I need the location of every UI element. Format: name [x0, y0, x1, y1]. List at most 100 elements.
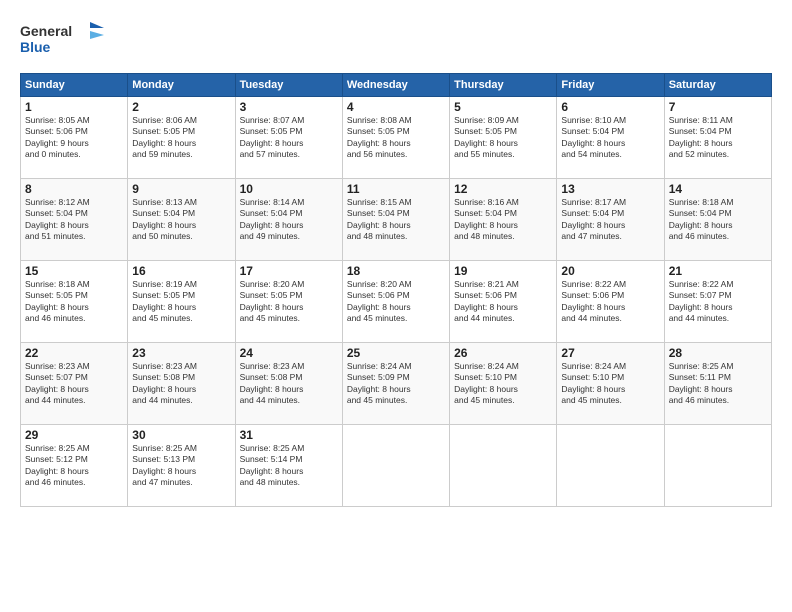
day-info: Sunrise: 8:23 AM Sunset: 5:08 PM Dayligh… [132, 361, 230, 407]
day-number: 15 [25, 264, 123, 278]
day-number: 27 [561, 346, 659, 360]
week-row-5: 29Sunrise: 8:25 AM Sunset: 5:12 PM Dayli… [21, 425, 772, 507]
calendar-cell: 17Sunrise: 8:20 AM Sunset: 5:05 PM Dayli… [235, 261, 342, 343]
day-number: 24 [240, 346, 338, 360]
calendar-cell: 15Sunrise: 8:18 AM Sunset: 5:05 PM Dayli… [21, 261, 128, 343]
weekday-header-saturday: Saturday [664, 74, 771, 97]
calendar-cell: 23Sunrise: 8:23 AM Sunset: 5:08 PM Dayli… [128, 343, 235, 425]
day-info: Sunrise: 8:20 AM Sunset: 5:05 PM Dayligh… [240, 279, 338, 325]
calendar-cell: 20Sunrise: 8:22 AM Sunset: 5:06 PM Dayli… [557, 261, 664, 343]
calendar-cell: 6Sunrise: 8:10 AM Sunset: 5:04 PM Daylig… [557, 97, 664, 179]
day-info: Sunrise: 8:18 AM Sunset: 5:05 PM Dayligh… [25, 279, 123, 325]
day-number: 8 [25, 182, 123, 196]
day-info: Sunrise: 8:13 AM Sunset: 5:04 PM Dayligh… [132, 197, 230, 243]
day-number: 26 [454, 346, 552, 360]
calendar-cell [557, 425, 664, 507]
calendar-cell: 27Sunrise: 8:24 AM Sunset: 5:10 PM Dayli… [557, 343, 664, 425]
day-number: 25 [347, 346, 445, 360]
calendar-cell: 13Sunrise: 8:17 AM Sunset: 5:04 PM Dayli… [557, 179, 664, 261]
weekday-header-wednesday: Wednesday [342, 74, 449, 97]
day-number: 20 [561, 264, 659, 278]
calendar-cell: 24Sunrise: 8:23 AM Sunset: 5:08 PM Dayli… [235, 343, 342, 425]
day-number: 1 [25, 100, 123, 114]
calendar-table: SundayMondayTuesdayWednesdayThursdayFrid… [20, 73, 772, 507]
day-number: 23 [132, 346, 230, 360]
calendar-cell: 1Sunrise: 8:05 AM Sunset: 5:06 PM Daylig… [21, 97, 128, 179]
day-number: 16 [132, 264, 230, 278]
day-number: 21 [669, 264, 767, 278]
day-info: Sunrise: 8:25 AM Sunset: 5:14 PM Dayligh… [240, 443, 338, 489]
day-number: 5 [454, 100, 552, 114]
calendar-cell: 31Sunrise: 8:25 AM Sunset: 5:14 PM Dayli… [235, 425, 342, 507]
day-info: Sunrise: 8:19 AM Sunset: 5:05 PM Dayligh… [132, 279, 230, 325]
calendar-cell: 25Sunrise: 8:24 AM Sunset: 5:09 PM Dayli… [342, 343, 449, 425]
day-number: 9 [132, 182, 230, 196]
day-number: 7 [669, 100, 767, 114]
day-number: 6 [561, 100, 659, 114]
day-info: Sunrise: 8:24 AM Sunset: 5:09 PM Dayligh… [347, 361, 445, 407]
day-number: 4 [347, 100, 445, 114]
week-row-2: 8Sunrise: 8:12 AM Sunset: 5:04 PM Daylig… [21, 179, 772, 261]
calendar-cell [664, 425, 771, 507]
day-number: 11 [347, 182, 445, 196]
day-number: 2 [132, 100, 230, 114]
calendar-cell: 9Sunrise: 8:13 AM Sunset: 5:04 PM Daylig… [128, 179, 235, 261]
logo: General Blue [20, 18, 110, 63]
calendar-cell: 14Sunrise: 8:18 AM Sunset: 5:04 PM Dayli… [664, 179, 771, 261]
calendar-cell [450, 425, 557, 507]
day-info: Sunrise: 8:17 AM Sunset: 5:04 PM Dayligh… [561, 197, 659, 243]
day-info: Sunrise: 8:16 AM Sunset: 5:04 PM Dayligh… [454, 197, 552, 243]
weekday-header-thursday: Thursday [450, 74, 557, 97]
day-info: Sunrise: 8:07 AM Sunset: 5:05 PM Dayligh… [240, 115, 338, 161]
page: General Blue SundayMondayTuesdayWednesda… [0, 0, 792, 612]
day-number: 13 [561, 182, 659, 196]
calendar-cell: 8Sunrise: 8:12 AM Sunset: 5:04 PM Daylig… [21, 179, 128, 261]
weekday-header-sunday: Sunday [21, 74, 128, 97]
day-number: 19 [454, 264, 552, 278]
day-info: Sunrise: 8:09 AM Sunset: 5:05 PM Dayligh… [454, 115, 552, 161]
day-info: Sunrise: 8:21 AM Sunset: 5:06 PM Dayligh… [454, 279, 552, 325]
day-info: Sunrise: 8:22 AM Sunset: 5:07 PM Dayligh… [669, 279, 767, 325]
day-number: 30 [132, 428, 230, 442]
calendar-cell: 22Sunrise: 8:23 AM Sunset: 5:07 PM Dayli… [21, 343, 128, 425]
calendar-cell: 7Sunrise: 8:11 AM Sunset: 5:04 PM Daylig… [664, 97, 771, 179]
day-info: Sunrise: 8:23 AM Sunset: 5:07 PM Dayligh… [25, 361, 123, 407]
calendar-cell: 26Sunrise: 8:24 AM Sunset: 5:10 PM Dayli… [450, 343, 557, 425]
day-info: Sunrise: 8:15 AM Sunset: 5:04 PM Dayligh… [347, 197, 445, 243]
header: General Blue [20, 18, 772, 63]
calendar-cell: 29Sunrise: 8:25 AM Sunset: 5:12 PM Dayli… [21, 425, 128, 507]
day-info: Sunrise: 8:11 AM Sunset: 5:04 PM Dayligh… [669, 115, 767, 161]
day-info: Sunrise: 8:25 AM Sunset: 5:11 PM Dayligh… [669, 361, 767, 407]
day-info: Sunrise: 8:05 AM Sunset: 5:06 PM Dayligh… [25, 115, 123, 161]
weekday-header-row: SundayMondayTuesdayWednesdayThursdayFrid… [21, 74, 772, 97]
day-info: Sunrise: 8:06 AM Sunset: 5:05 PM Dayligh… [132, 115, 230, 161]
week-row-3: 15Sunrise: 8:18 AM Sunset: 5:05 PM Dayli… [21, 261, 772, 343]
calendar-cell: 3Sunrise: 8:07 AM Sunset: 5:05 PM Daylig… [235, 97, 342, 179]
calendar-cell: 18Sunrise: 8:20 AM Sunset: 5:06 PM Dayli… [342, 261, 449, 343]
calendar-cell: 19Sunrise: 8:21 AM Sunset: 5:06 PM Dayli… [450, 261, 557, 343]
day-info: Sunrise: 8:24 AM Sunset: 5:10 PM Dayligh… [561, 361, 659, 407]
day-info: Sunrise: 8:18 AM Sunset: 5:04 PM Dayligh… [669, 197, 767, 243]
day-info: Sunrise: 8:10 AM Sunset: 5:04 PM Dayligh… [561, 115, 659, 161]
logo-svg: General Blue [20, 18, 110, 63]
calendar-cell: 4Sunrise: 8:08 AM Sunset: 5:05 PM Daylig… [342, 97, 449, 179]
day-info: Sunrise: 8:12 AM Sunset: 5:04 PM Dayligh… [25, 197, 123, 243]
day-info: Sunrise: 8:24 AM Sunset: 5:10 PM Dayligh… [454, 361, 552, 407]
day-info: Sunrise: 8:20 AM Sunset: 5:06 PM Dayligh… [347, 279, 445, 325]
day-number: 22 [25, 346, 123, 360]
day-number: 14 [669, 182, 767, 196]
calendar-cell [342, 425, 449, 507]
weekday-header-friday: Friday [557, 74, 664, 97]
calendar-cell: 5Sunrise: 8:09 AM Sunset: 5:05 PM Daylig… [450, 97, 557, 179]
calendar-cell: 10Sunrise: 8:14 AM Sunset: 5:04 PM Dayli… [235, 179, 342, 261]
calendar-cell: 28Sunrise: 8:25 AM Sunset: 5:11 PM Dayli… [664, 343, 771, 425]
calendar-cell: 21Sunrise: 8:22 AM Sunset: 5:07 PM Dayli… [664, 261, 771, 343]
day-info: Sunrise: 8:08 AM Sunset: 5:05 PM Dayligh… [347, 115, 445, 161]
calendar-cell: 30Sunrise: 8:25 AM Sunset: 5:13 PM Dayli… [128, 425, 235, 507]
day-number: 17 [240, 264, 338, 278]
week-row-1: 1Sunrise: 8:05 AM Sunset: 5:06 PM Daylig… [21, 97, 772, 179]
day-number: 31 [240, 428, 338, 442]
calendar-cell: 2Sunrise: 8:06 AM Sunset: 5:05 PM Daylig… [128, 97, 235, 179]
week-row-4: 22Sunrise: 8:23 AM Sunset: 5:07 PM Dayli… [21, 343, 772, 425]
day-number: 12 [454, 182, 552, 196]
